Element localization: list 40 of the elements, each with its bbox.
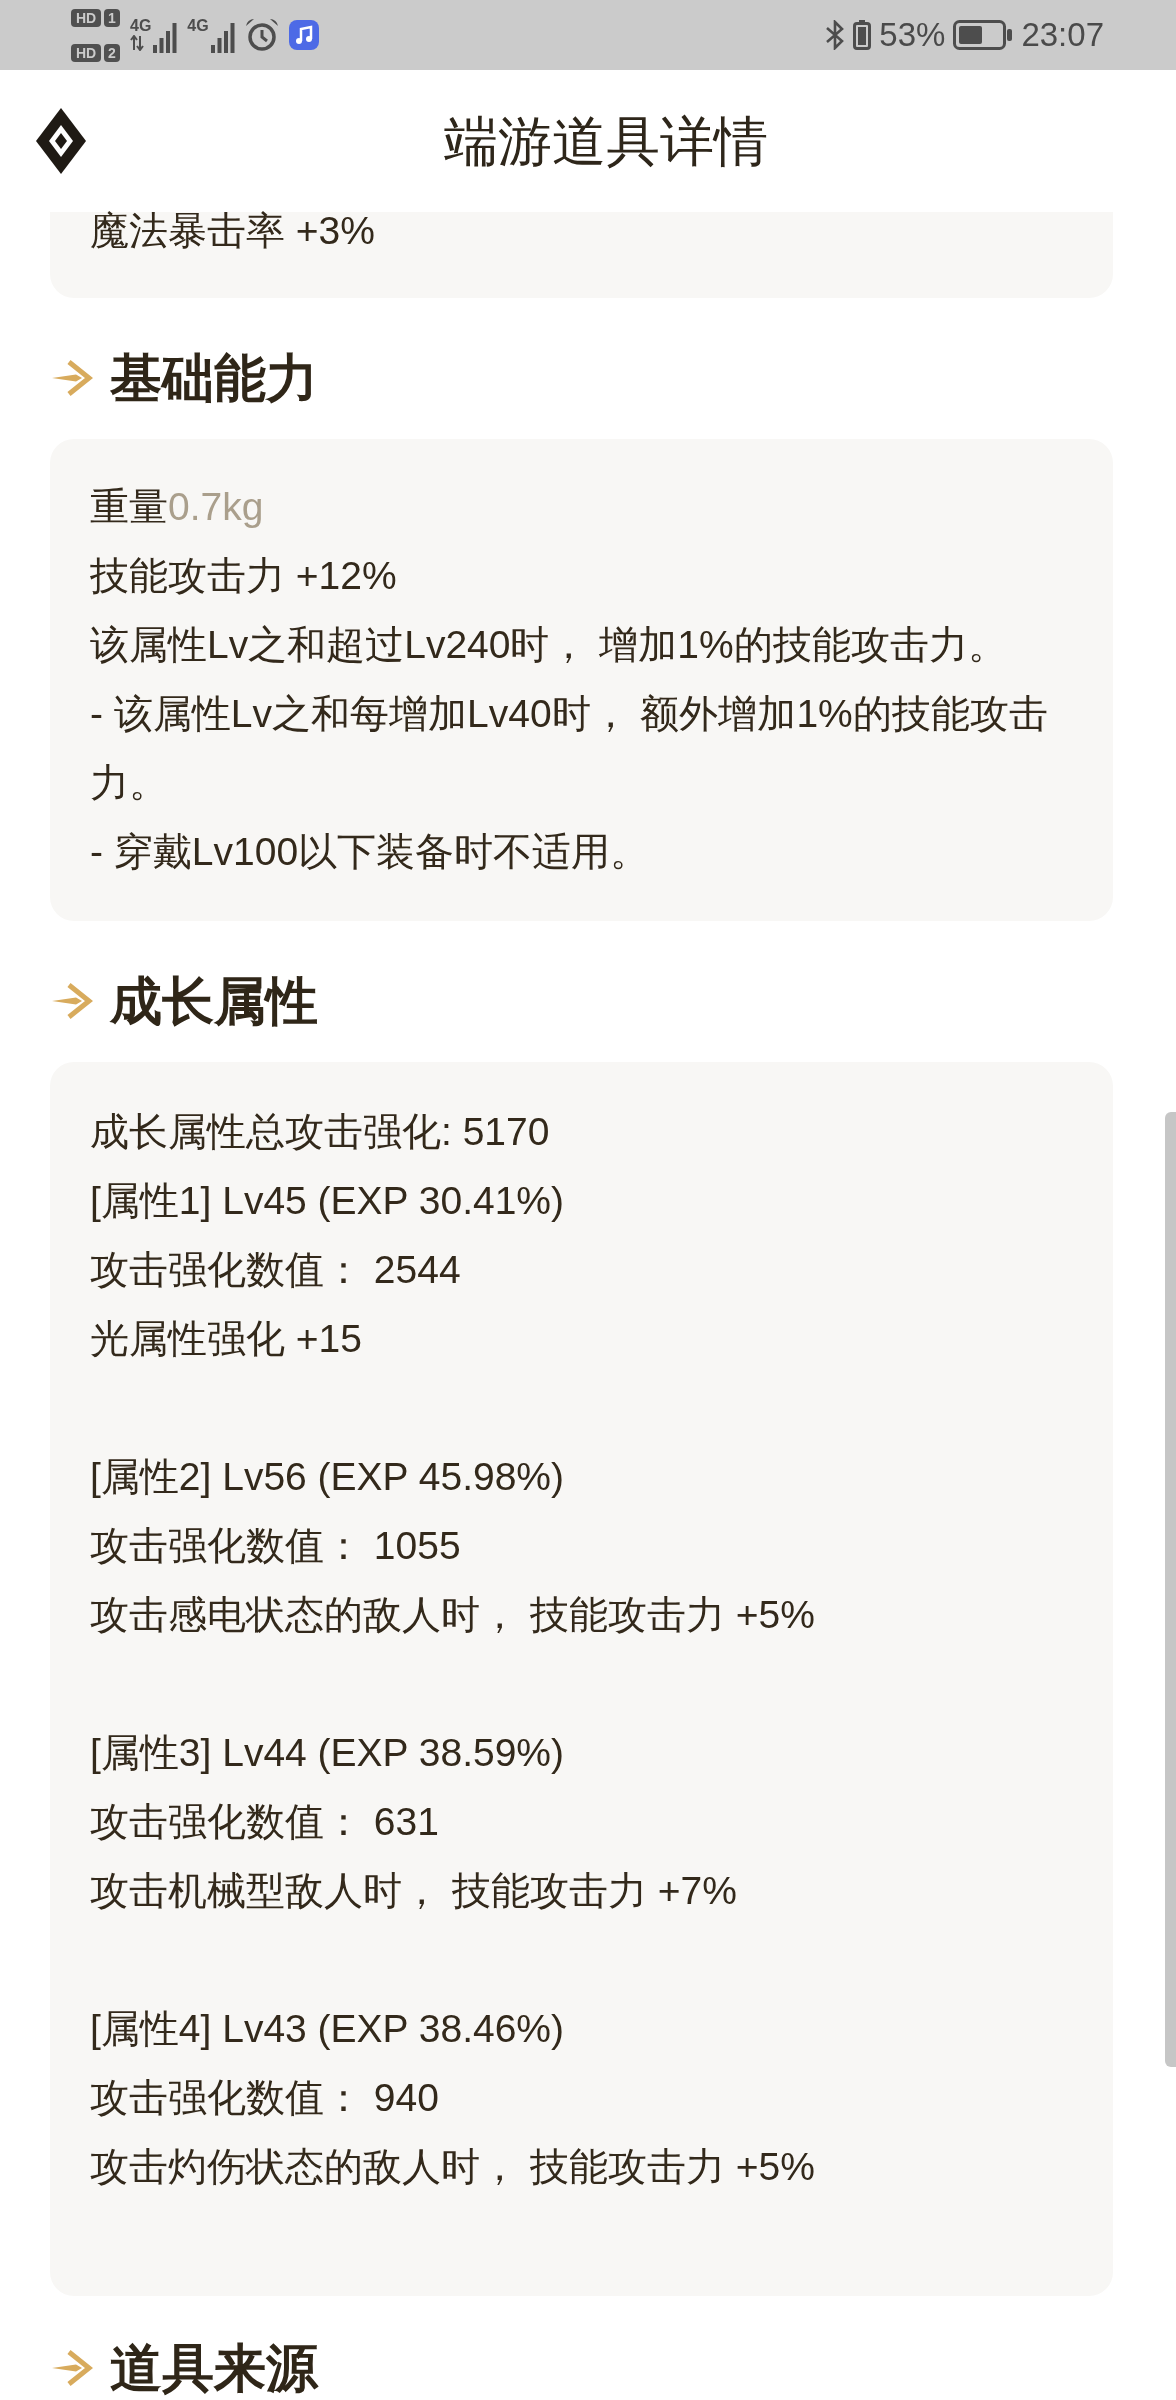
stat-line: 技能攻击力 +12% xyxy=(90,553,398,599)
section-title: 基础能力 xyxy=(110,348,318,408)
battery-percent: 53% xyxy=(879,15,946,55)
attribute-line: [属性3] Lv44 (EXP 38.59%) xyxy=(90,1730,566,1776)
stat-line: - 穿戴Lv100以下装备时不适用。 xyxy=(90,829,651,875)
attribute-line: 光属性强化 +15 xyxy=(90,1316,363,1362)
stat-line: - 该属性Lv之和每增加Lv40时， 额外增加1%的技能攻击力。 xyxy=(90,691,1049,806)
page-title: 端游道具详情 xyxy=(444,110,768,173)
attribute-line: 攻击机械型敌人时， 技能攻击力 +7% xyxy=(90,1868,738,1914)
sim-slot-badge: 2 xyxy=(104,43,120,62)
hd-badge: HD xyxy=(71,8,101,27)
attribute-line: 攻击强化数值： 631 xyxy=(90,1799,440,1845)
sim-slot-badge: 1 xyxy=(104,8,120,27)
total-line: 成长属性总攻击强化: 5170 xyxy=(90,1109,551,1155)
section-title: 道具来源 xyxy=(110,2342,318,2394)
battery-icon xyxy=(953,20,1014,50)
attribute-line: 攻击强化数值： 940 xyxy=(90,2075,440,2121)
signal-bars-icon xyxy=(153,23,178,53)
attribute-line: [属性2] Lv56 (EXP 45.98%) xyxy=(90,1454,566,1500)
attribute-line: [属性1] Lv45 (EXP 30.41%) xyxy=(90,1178,566,1224)
attribute-line: 攻击强化数值： 1055 xyxy=(90,1523,462,1569)
diamond-logo-icon xyxy=(36,108,86,174)
network-type-label: 4G xyxy=(187,17,209,35)
music-app-icon xyxy=(288,20,319,50)
attribute-line: 攻击灼伤状态的敌人时， 技能攻击力 +5% xyxy=(90,2144,816,2190)
attribute-line: [属性4] Lv43 (EXP 38.46%) xyxy=(90,2006,566,2052)
section-title: 成长属性 xyxy=(110,971,318,1031)
weight-label: 重量 xyxy=(90,484,168,530)
hd-badge: HD xyxy=(71,43,101,62)
stat-line: 魔法暴击率 +3% xyxy=(90,212,376,250)
stat-line: 该属性Lv之和超过Lv240时， 增加1%的技能攻击力。 xyxy=(90,622,1008,668)
alarm-clock-icon xyxy=(244,18,279,52)
weight-value: 0.7kg xyxy=(168,484,264,530)
bluetooth-icon xyxy=(825,20,846,50)
signal-bars-icon xyxy=(210,23,235,53)
attribute-line: 攻击强化数值： 2544 xyxy=(90,1247,462,1293)
clock-time: 23:07 xyxy=(1021,15,1104,55)
small-battery-icon xyxy=(853,20,872,50)
attribute-line: 攻击感电状态的敌人时， 技能攻击力 +5% xyxy=(90,1592,816,1638)
network-type-label: 4G xyxy=(130,17,152,35)
